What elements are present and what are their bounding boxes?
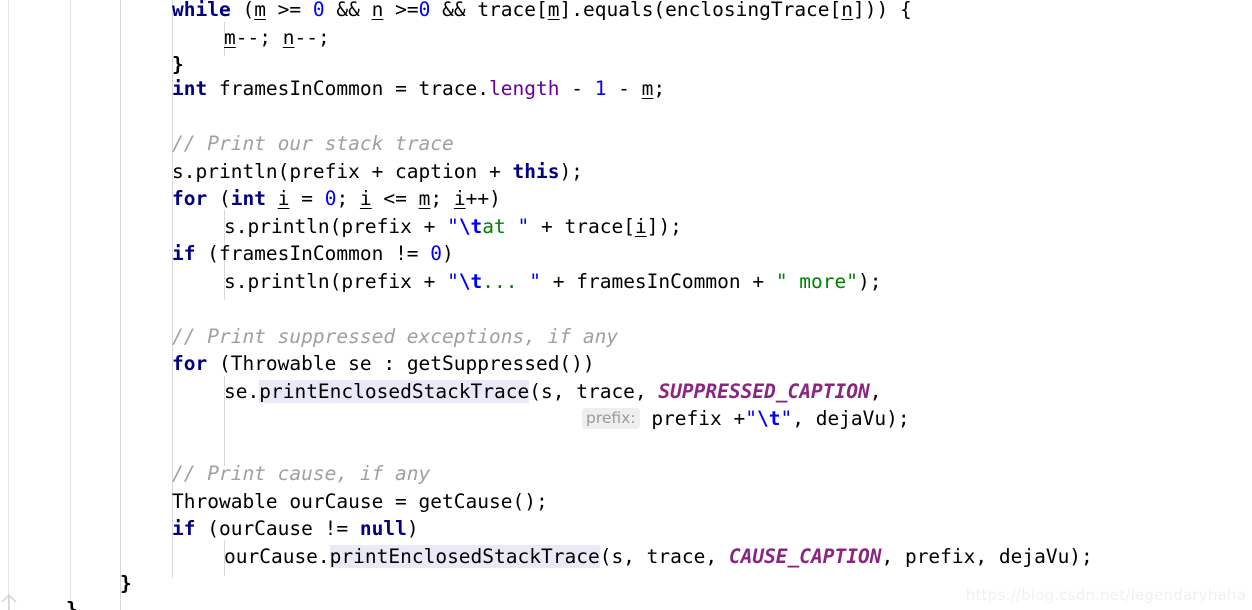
token-string: " more" [775,270,859,293]
token-number: 0 [418,0,431,21]
code-line[interactable]: while (m >= 0 && n >=0 && trace[m].equal… [172,0,912,24]
token-number: 0 [312,0,325,21]
token-variable: n [282,26,295,49]
code-line[interactable]: int framesInCommon = trace.length - 1 - … [172,75,665,103]
token-number: 0 [430,242,443,265]
token-brace: } [120,572,132,595]
token-string: at [482,215,518,238]
token-variable: n [841,0,854,21]
token-variable: m [254,0,266,21]
code-line[interactable]: se.printEnclosedStackTrace(s, trace, SUP… [224,378,881,406]
token-variable: i [359,187,372,210]
code-comment: // Print cause, if any [172,462,431,485]
code-content[interactable]: while (m >= 0 && n >=0 && trace[m].equal… [0,0,1252,610]
token-variable: n [371,0,384,21]
code-line[interactable]: if (ourCause != null) [172,515,419,543]
token-keyword: int [172,77,208,100]
token-number: 1 [594,77,607,100]
token-escape: \t [458,270,483,293]
token-string-quote: " [780,407,793,430]
code-comment: // Print our stack trace [172,132,454,155]
token-constant: CAUSE_CAPTION [728,545,882,568]
highlighted-symbol[interactable]: printEnclosedStackTrace [329,545,600,568]
code-line[interactable]: s.println(prefix + "\tat " + trace[i]); [224,213,682,241]
code-line[interactable]: prefix: prefix +"\t", dejaVu); [582,405,910,433]
token-keyword: if [172,242,196,265]
code-line[interactable]: if (framesInCommon != 0) [172,240,454,268]
token-variable: i [634,215,647,238]
token-brace: } [66,598,78,610]
code-line[interactable]: } [66,596,78,610]
token-string-quote: " [447,270,459,293]
token-escape: \t [757,407,781,430]
token-variable: m [641,77,654,100]
code-comment: // Print suppressed exceptions, if any [172,325,619,348]
watermark-text: https://blog.csdn.net/legendaryhaha [965,586,1246,604]
token-keyword: this [512,160,560,183]
token-variable: m [224,26,236,49]
token-string-quote: " [745,407,757,430]
code-line[interactable]: s.println(prefix + caption + this); [172,158,583,186]
token-number: 0 [324,187,337,210]
token-escape: \t [458,215,483,238]
token-string: ... [482,270,530,293]
token-keyword: for [172,187,208,210]
token-string-quote: " [517,215,530,238]
token-keyword: int [230,187,266,210]
parameter-name-hint: prefix: [582,408,640,429]
token-keyword: null [359,517,407,540]
code-editor-viewport[interactable]: while (m >= 0 && n >=0 && trace[m].equal… [0,0,1252,610]
code-line[interactable]: s.println(prefix + "\t... " + framesInCo… [224,268,882,296]
token-keyword: if [172,517,196,540]
code-line[interactable]: Throwable ourCause = getCause(); [172,488,548,516]
token-field: length [489,77,560,100]
token-variable: m [418,187,431,210]
code-line[interactable]: } [120,570,132,598]
token-variable: i [277,187,290,210]
code-line[interactable]: m--; n--; [224,24,330,52]
code-line[interactable]: ourCause.printEnclosedStackTrace(s, trac… [224,543,1093,571]
code-line[interactable]: for (Throwable se : getSuppressed()) [172,350,595,378]
token-string-quote: " [529,270,542,293]
token-string-quote: " [447,215,459,238]
token-variable: m [547,0,560,21]
code-line[interactable]: for (int i = 0; i <= m; i++) [172,185,501,213]
token-keyword: for [172,352,208,375]
token-variable: i [453,187,466,210]
highlighted-symbol[interactable]: printEnclosedStackTrace [259,380,530,403]
token-keyword: while [172,0,231,21]
token-constant: SUPPRESSED_CAPTION [658,380,870,403]
token-brace: } [172,53,184,76]
